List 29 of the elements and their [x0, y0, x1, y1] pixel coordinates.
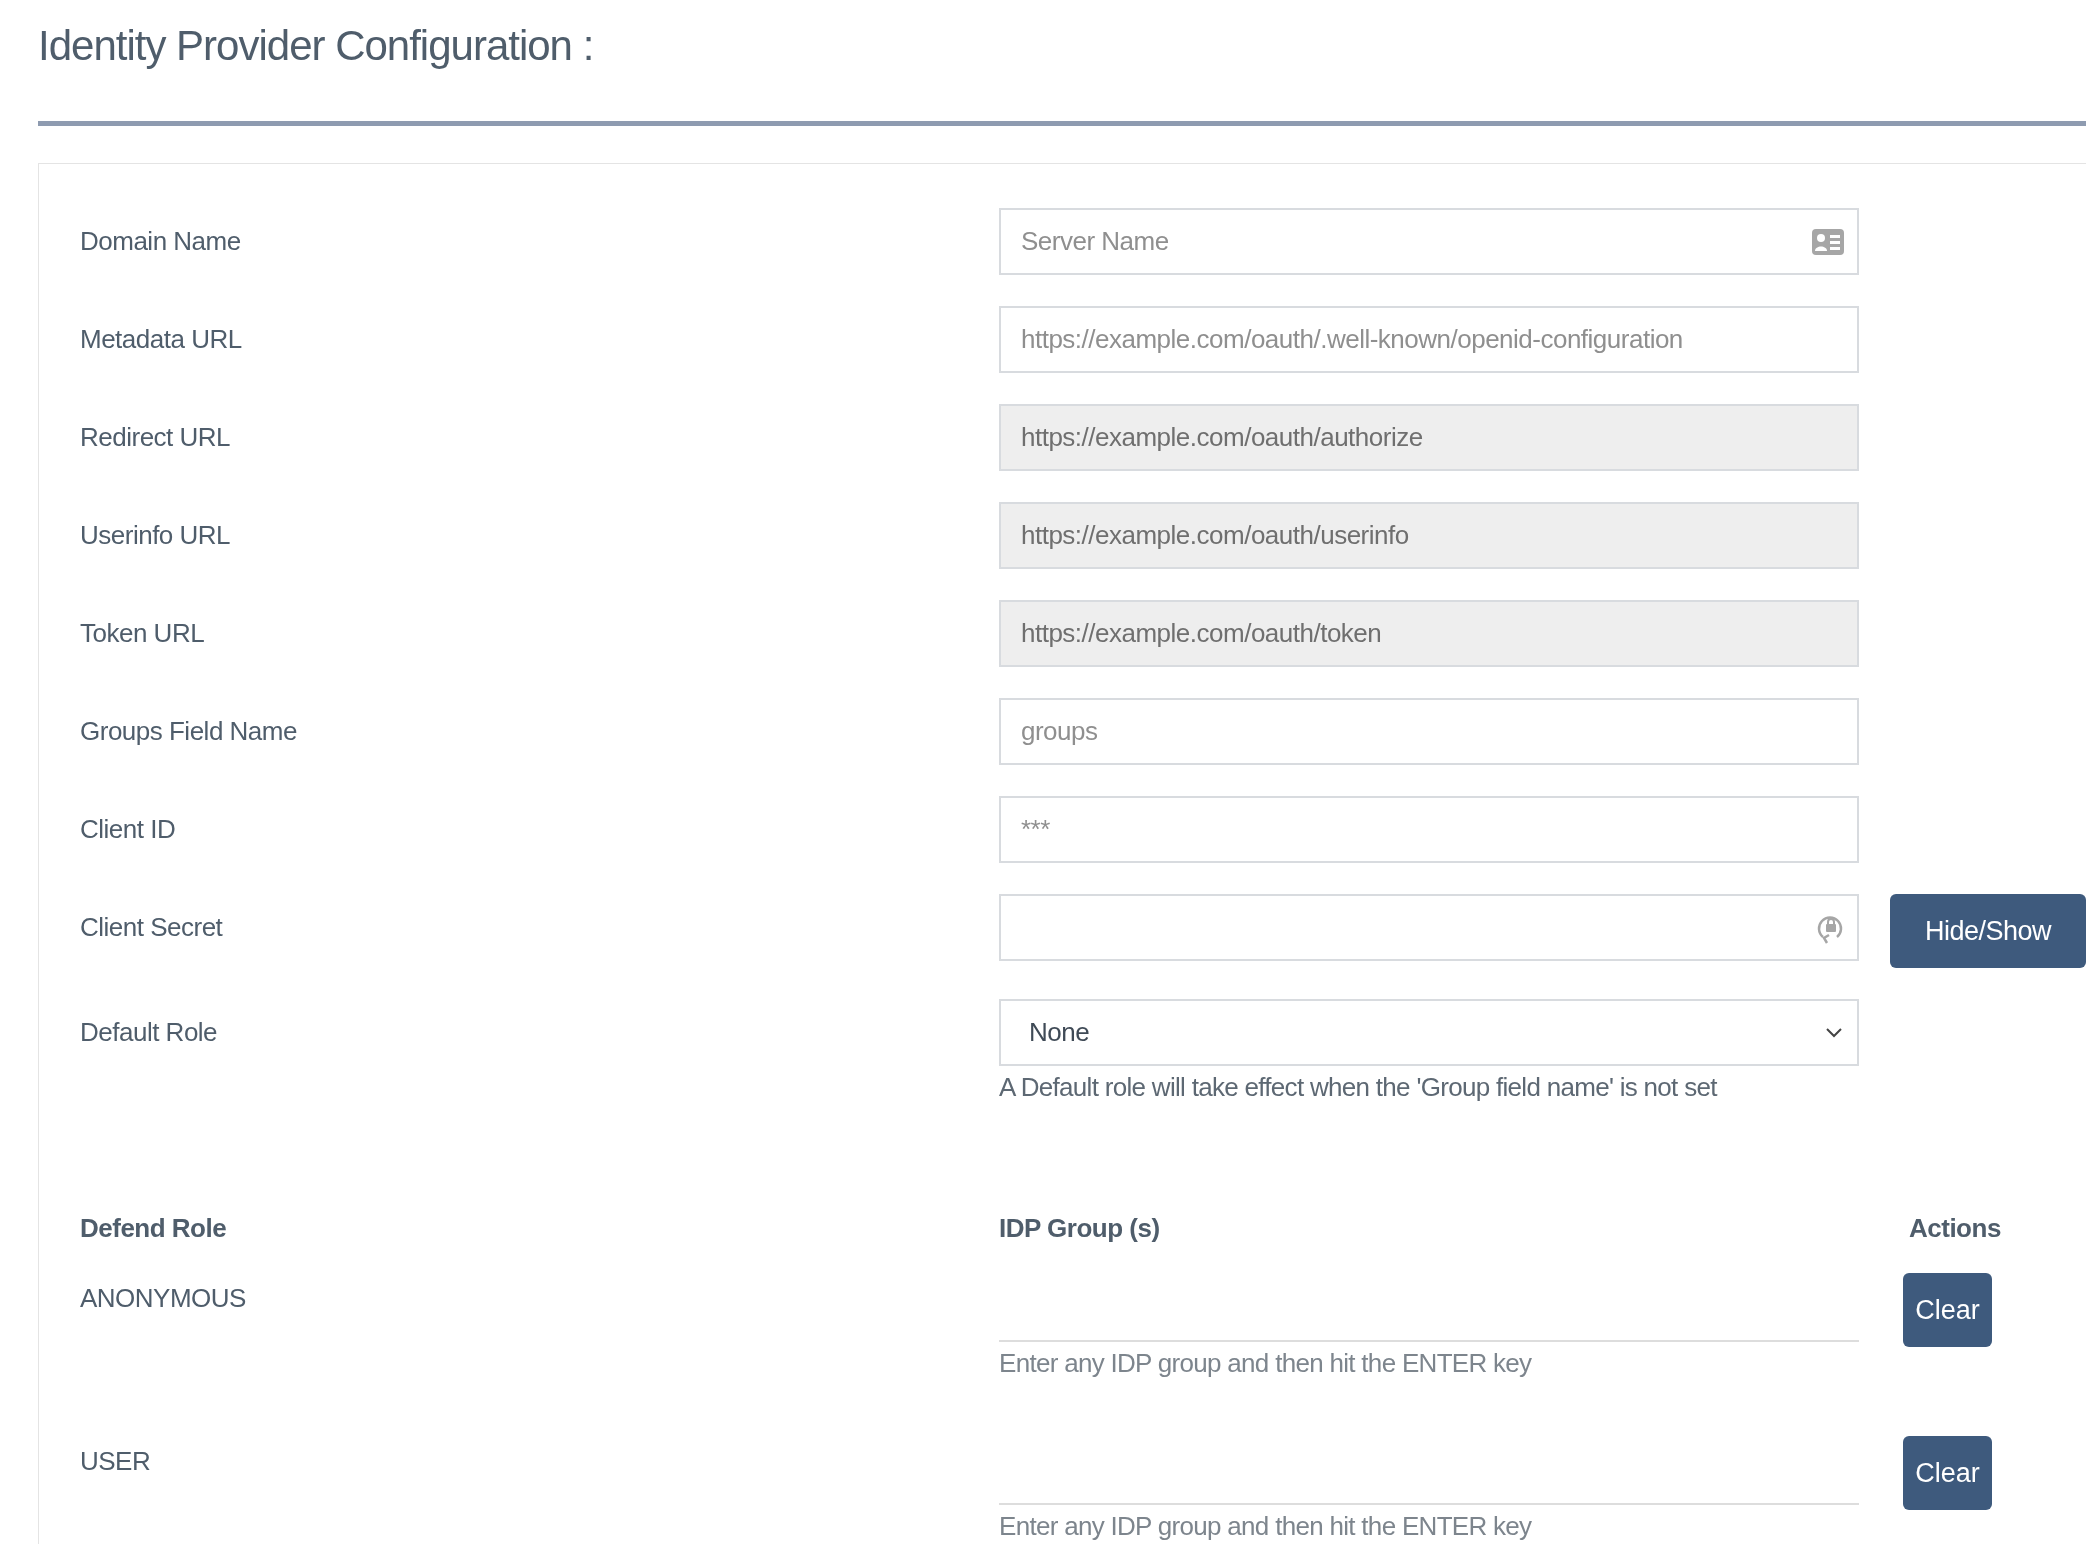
input-field[interactable]: groups	[999, 698, 1859, 765]
field-label: Domain Name	[80, 225, 242, 258]
field-label: Token URL	[80, 617, 206, 650]
help-text: A Default role will take effect when the 'Group field name' is not set	[999, 1072, 1719, 1103]
hide-show-button[interactable]: Hide/Show	[1890, 894, 2086, 968]
page-title: Identity Provider Configuration :	[38, 22, 595, 71]
caret-icon	[1825, 1026, 1843, 1039]
input-field[interactable]: https://example.com/oauth/.well-known/openid-configuration	[999, 306, 1859, 373]
field-label: Groups Field Name	[80, 715, 298, 748]
contact-card-icon	[1811, 227, 1845, 256]
field-label: Client ID	[80, 813, 177, 846]
field-label: Metadata URL	[80, 323, 243, 356]
clear-button[interactable]: Clear	[1903, 1436, 1992, 1510]
field-label: Userinfo URL	[80, 519, 232, 552]
column-header: Actions	[1909, 1213, 2002, 1244]
field-label: Default Role	[80, 1016, 219, 1049]
column-header: IDP Group (s)	[999, 1213, 1161, 1244]
role-name: USER	[80, 1445, 152, 1478]
field-label: Redirect URL	[80, 421, 232, 454]
field-label: Client Secret	[80, 911, 224, 944]
hint-text: Enter any IDP group and then hit the ENTER key	[999, 1348, 1533, 1379]
column-header: Defend Role	[80, 1213, 228, 1244]
clear-button[interactable]: Clear	[1903, 1273, 1992, 1347]
role-name: ANONYMOUS	[80, 1282, 247, 1315]
input-field[interactable]: ***	[999, 796, 1859, 863]
input-field[interactable]	[999, 894, 1859, 961]
hint-text: Enter any IDP group and then hit the ENTER key	[999, 1511, 1533, 1542]
input-field[interactable]: Server Name	[999, 208, 1859, 275]
dropdown[interactable]: None	[999, 999, 1859, 1066]
